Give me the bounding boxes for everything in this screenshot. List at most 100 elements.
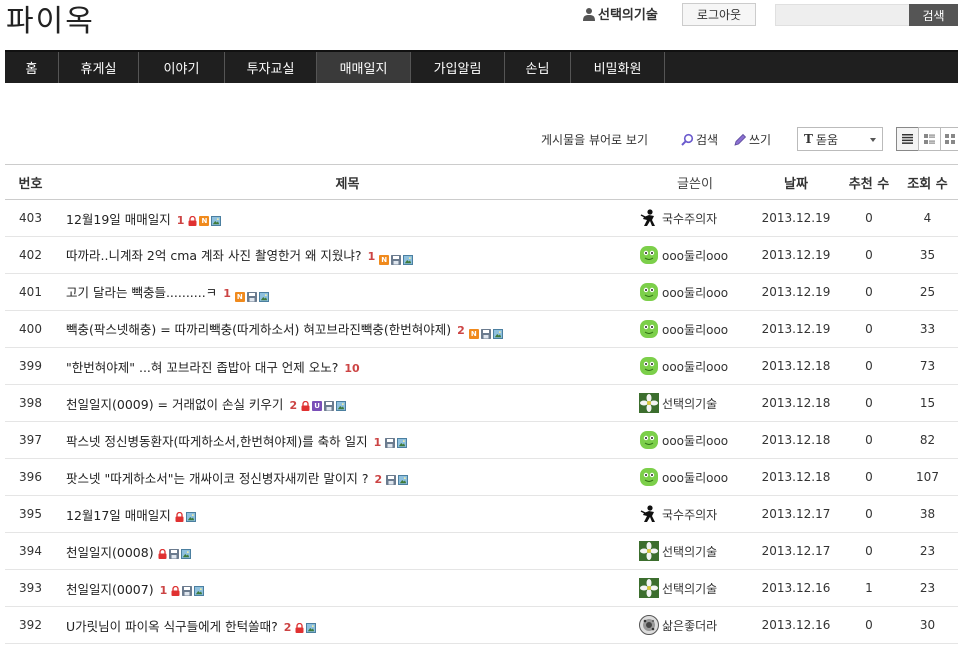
table-row[interactable]: 394 천일일지(0008) 선택의기술 2013.12.17 0 23 <box>5 532 958 570</box>
floppy-disk-icon <box>324 400 335 411</box>
viewer-link[interactable]: 게시물을 뷰어로 보기 <box>541 131 648 148</box>
col-header-views[interactable]: 조회 수 <box>897 164 958 200</box>
post-date: 2013.12.19 <box>751 199 841 237</box>
author-link[interactable]: 선택의기술 <box>639 578 751 598</box>
lock-icon <box>295 622 304 633</box>
user-profile[interactable]: 선택의기술 <box>583 4 658 23</box>
table-row[interactable]: 401 고기 달라는 빽충들..........ㅋ 1 Nooo둘리ooo 2013.1… <box>5 273 958 311</box>
list-view-icon <box>902 134 913 144</box>
recommend-count: 0 <box>841 236 897 274</box>
table-row[interactable]: 398 천일일지(0009) = 거래없이 손실 키우기 2 U 선택의기술 2013.1… <box>5 384 958 422</box>
author-link[interactable]: ooo둘리ooo <box>639 356 751 376</box>
mosaic-avatar-icon <box>639 615 659 635</box>
post-badges <box>386 474 409 485</box>
board-search-label: 검색 <box>696 133 719 147</box>
font-select[interactable]: T 돋움 <box>797 127 883 151</box>
table-header-row: 번호 제목 글쓴이 날짜 추천 수 조회 수 <box>5 164 958 200</box>
post-title-link[interactable]: 팍스넷 정신병동환자(따게하소서,한번혀야제)를 축하 일지 <box>66 434 368 449</box>
nav-item-investing[interactable]: 투자교실 <box>225 52 317 83</box>
view-count: 25 <box>897 273 958 311</box>
post-title-cell: "한번혀야제" ...혀 꼬브라진 좁밥아 대구 언제 오노? 10 <box>56 347 639 385</box>
nav-item-guest[interactable]: 손님 <box>505 52 571 83</box>
author-cell: ooo둘리ooo <box>639 458 751 496</box>
image-icon <box>211 215 222 226</box>
comment-count[interactable]: 2 <box>457 324 465 337</box>
author-link[interactable]: 삶은좋더라 <box>639 615 751 635</box>
post-date: 2013.12.18 <box>751 421 841 459</box>
post-title-link[interactable]: 따까라..니계좌 2억 cma 계좌 사진 촬영한거 왜 지웠냐? <box>66 248 362 263</box>
post-title-link[interactable]: 천일일지(0008) <box>66 545 154 560</box>
nav-item-lounge[interactable]: 휴게실 <box>59 52 139 83</box>
table-row[interactable]: 403 12월19일 매매일지 1 N 국수주의자 2013.12.19 0 4 <box>5 199 958 237</box>
post-title-link[interactable]: 천일일지(0007) <box>66 582 154 597</box>
author-cell: 선택의기술 <box>639 532 751 570</box>
post-badges <box>175 511 196 522</box>
comment-count[interactable]: 1 <box>368 250 376 263</box>
nav-item-join-notice[interactable]: 가입알림 <box>411 52 505 83</box>
table-row[interactable]: 397 팍스넷 정신병동환자(따게하소서,한번혀야제)를 축하 일지 1 ooo둘리o… <box>5 421 958 459</box>
post-title-link[interactable]: "한번혀야제" ...혀 꼬브라진 좁밥아 대구 언제 오노? <box>66 360 338 375</box>
post-title-link[interactable]: U가릿님이 파이옥 식구들에게 한턱쏠때? <box>66 619 278 634</box>
table-row[interactable]: 392 U가릿님이 파이옥 식구들에게 한턱쏠때? 2 삶은좋더라 2013.12.16… <box>5 606 958 644</box>
table-row[interactable]: 400 빽충(팍스넷해충) = 따까리빽충(따게하소서) 혀꼬브라진빽충(한번혀야… <box>5 310 958 348</box>
nav-item-stories[interactable]: 이야기 <box>139 52 225 83</box>
post-number: 400 <box>5 310 56 348</box>
post-date: 2013.12.19 <box>751 273 841 311</box>
author-cell: 선택의기술 <box>639 569 751 607</box>
table-row[interactable]: 402 따까라..니계좌 2억 cma 계좌 사진 촬영한거 왜 지웠냐? 1 Noo… <box>5 236 958 274</box>
author-cell: 삶은좋더라 <box>639 606 751 644</box>
post-date: 2013.12.18 <box>751 347 841 385</box>
comment-count[interactable]: 2 <box>375 473 383 486</box>
comment-count[interactable]: 1 <box>177 214 185 227</box>
site-logo[interactable]: 파이옥 <box>6 0 95 40</box>
webzine-view-button[interactable] <box>918 127 941 151</box>
comment-count[interactable]: 1 <box>374 436 382 449</box>
magnifier-icon <box>681 133 694 146</box>
gallery-view-button[interactable] <box>940 127 958 151</box>
col-header-recommend[interactable]: 추천 수 <box>841 164 897 200</box>
author-link[interactable]: 선택의기술 <box>639 393 751 413</box>
updated-badge-icon: U <box>312 400 323 411</box>
ninja-avatar-icon <box>640 209 655 226</box>
post-title-link[interactable]: 천일일지(0009) = 거래없이 손실 키우기 <box>66 397 283 412</box>
search-input[interactable] <box>775 4 911 26</box>
post-title-link[interactable]: 팟스넷 "따게하소서"는 개싸이코 정신병자새끼란 말이지 ? <box>66 471 369 486</box>
col-header-date[interactable]: 날짜 <box>751 164 841 200</box>
author-link[interactable]: ooo둘리ooo <box>639 245 751 265</box>
post-badges <box>295 622 317 633</box>
board-search-link[interactable]: 검색 <box>681 131 718 148</box>
table-row[interactable]: 395 12월17일 매매일지 국수주의자 2013.12.17 0 38 <box>5 495 958 533</box>
author-link[interactable]: ooo둘리ooo <box>639 430 751 450</box>
author-link[interactable]: 선택의기술 <box>639 541 751 561</box>
comment-count[interactable]: 10 <box>344 362 359 375</box>
post-title-link[interactable]: 12월17일 매매일지 <box>66 508 171 523</box>
search-button[interactable]: 검색 <box>909 4 958 26</box>
post-title-link[interactable]: 빽충(팍스넷해충) = 따까리빽충(따게하소서) 혀꼬브라진빽충(한번혀야제) <box>66 322 451 337</box>
image-icon <box>258 292 269 302</box>
table-row[interactable]: 393 천일일지(0007) 1 선택의기술 2013.12.16 1 23 <box>5 569 958 607</box>
post-title-link[interactable]: 고기 달라는 빽충들..........ㅋ <box>66 285 217 300</box>
list-view-button[interactable] <box>896 127 919 151</box>
author-link[interactable]: ooo둘리ooo <box>639 467 751 487</box>
new-badge-icon: N <box>234 292 245 302</box>
author-name: 선택의기술 <box>662 396 718 411</box>
author-link[interactable]: 국수주의자 <box>639 208 751 228</box>
comment-count[interactable]: 1 <box>223 287 231 300</box>
author-link[interactable]: ooo둘리ooo <box>639 319 751 339</box>
post-title-cell: 천일일지(0007) 1 <box>56 569 639 607</box>
author-name: ooo둘리ooo <box>662 285 729 300</box>
nav-item-home[interactable]: 홈 <box>5 52 59 83</box>
logout-button[interactable]: 로그아웃 <box>682 3 756 26</box>
comment-count[interactable]: 2 <box>289 399 297 412</box>
table-row[interactable]: 399 "한번혀야제" ...혀 꼬브라진 좁밥아 대구 언제 오노? 10 ooo둘… <box>5 347 958 385</box>
comment-count[interactable]: 2 <box>284 621 292 634</box>
author-link[interactable]: 국수주의자 <box>639 504 751 524</box>
author-link[interactable]: ooo둘리ooo <box>639 282 751 302</box>
nav-item-trading-journal[interactable]: 매매일지 <box>317 52 411 83</box>
post-number: 392 <box>5 606 56 644</box>
table-row[interactable]: 396 팟스넷 "따게하소서"는 개싸이코 정신병자새끼란 말이지 ? 2 ooo둘리… <box>5 458 958 496</box>
comment-count[interactable]: 1 <box>160 584 168 597</box>
write-link[interactable]: 쓰기 <box>734 131 771 148</box>
nav-item-secret-garden[interactable]: 비밀화원 <box>571 52 665 83</box>
post-title-link[interactable]: 12월19일 매매일지 <box>66 212 171 227</box>
